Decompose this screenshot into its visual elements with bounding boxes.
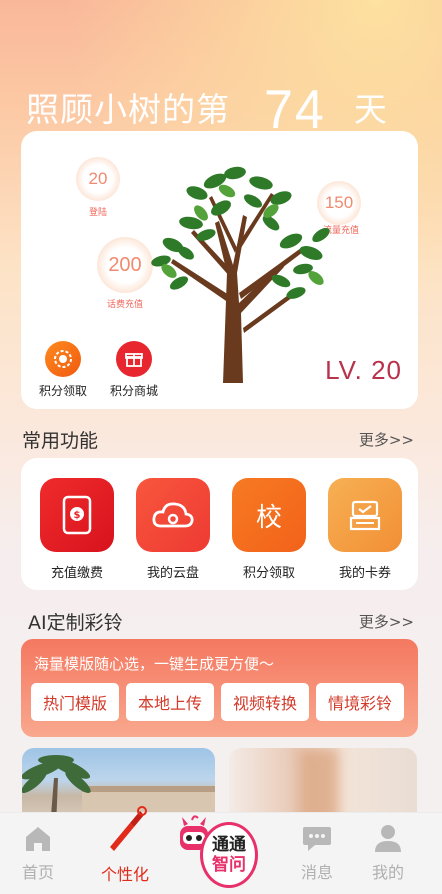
svg-text:$: $: [74, 510, 81, 521]
hero-title: 照顾小树的第 74 天: [26, 70, 387, 141]
tab-personalize[interactable]: 个性化: [90, 805, 160, 885]
school-glyph: 校: [255, 502, 282, 533]
home-icon: [26, 827, 50, 851]
bubble-login-value: 20: [88, 169, 108, 188]
func-recharge-label: 充值缴费: [50, 566, 103, 581]
gift-icon: [116, 341, 152, 377]
tab-mine-label: 我的: [371, 863, 404, 882]
func-coupons[interactable]: 我的卡券: [327, 478, 403, 581]
points-mall-label: 积分商城: [110, 384, 159, 398]
ai-ringtone-more-link[interactable]: 更多>>: [359, 611, 414, 632]
tab-home[interactable]: 首页: [3, 823, 73, 883]
user-icon: [375, 825, 401, 852]
common-functions-card: $ 充值缴费 我的云盘 校 积分领取 我的卡券: [21, 458, 418, 590]
phone-pay-icon: $: [40, 478, 114, 552]
tongtong-ai-button[interactable]: 通通 智问: [180, 800, 272, 890]
func-recharge[interactable]: $ 充值缴费: [39, 478, 115, 581]
ai-ringtone-title: AI定制彩铃: [28, 612, 123, 634]
chat-icon: [303, 827, 331, 851]
tongtong-line2: 智问: [212, 855, 246, 875]
tree-level: LV. 20: [325, 355, 402, 385]
ai-banner-subtitle: 海量模版随心选，一键生成更方便～: [34, 655, 275, 673]
bubble-login-points[interactable]: 20: [76, 157, 120, 201]
points-claim-label: 积分领取: [39, 384, 88, 398]
tab-mine[interactable]: 我的: [353, 823, 423, 883]
common-functions-more-link[interactable]: 更多>>: [359, 429, 414, 450]
common-functions-header: 常用功能 更多>>: [22, 426, 414, 453]
hero-title-suffix: 天: [353, 90, 387, 129]
bubble-login-label: 登陆: [89, 208, 108, 218]
ai-ringtone-banner: 海量模版随心选，一键生成更方便～ 热门模版 本地上传 视频转换 情境彩铃: [21, 639, 418, 737]
func-coupons-label: 我的卡券: [338, 566, 391, 581]
chip-scene-ringtone[interactable]: 情境彩铃: [316, 683, 404, 721]
chip-hot-templates[interactable]: 热门模版: [31, 683, 119, 721]
chip-video-convert[interactable]: 视频转换: [221, 683, 309, 721]
tab-personalize-label: 个性化: [100, 865, 149, 884]
hero-title-prefix: 照顾小树的第: [26, 90, 230, 129]
coupon-icon: [328, 478, 402, 552]
tongtong-line1: 通通: [212, 835, 246, 855]
cloud-icon: [136, 478, 210, 552]
tree-illustration: [151, 166, 330, 383]
school-icon: 校: [232, 478, 306, 552]
common-functions-title: 常用功能: [22, 430, 99, 452]
func-cloud-drive-label: 我的云盘: [146, 566, 199, 581]
points-mall-button[interactable]: 积分商城: [110, 341, 158, 399]
points-claim-button[interactable]: 积分领取: [39, 341, 87, 399]
tab-home-label: 首页: [21, 863, 54, 882]
tab-messages-label: 消息: [300, 863, 333, 882]
func-points-claim-label: 积分领取: [242, 566, 295, 581]
gear-coin-icon: [45, 341, 81, 377]
ai-ringtone-header: AI定制彩铃 更多>>: [28, 608, 414, 635]
brush-icon: [110, 806, 147, 851]
func-cloud-drive[interactable]: 我的云盘: [135, 478, 211, 581]
tongtong-badge-circle: 通通 智问: [200, 822, 258, 888]
care-days-count: 74: [264, 79, 326, 141]
tree-card: 20 登陆 150 流量充值 200 话费充值 LV. 20 积分领取 积分商城: [21, 131, 418, 409]
func-points-claim[interactable]: 校 积分领取: [231, 478, 307, 581]
tab-messages[interactable]: 消息: [282, 823, 352, 883]
chip-local-upload[interactable]: 本地上传: [126, 683, 214, 721]
